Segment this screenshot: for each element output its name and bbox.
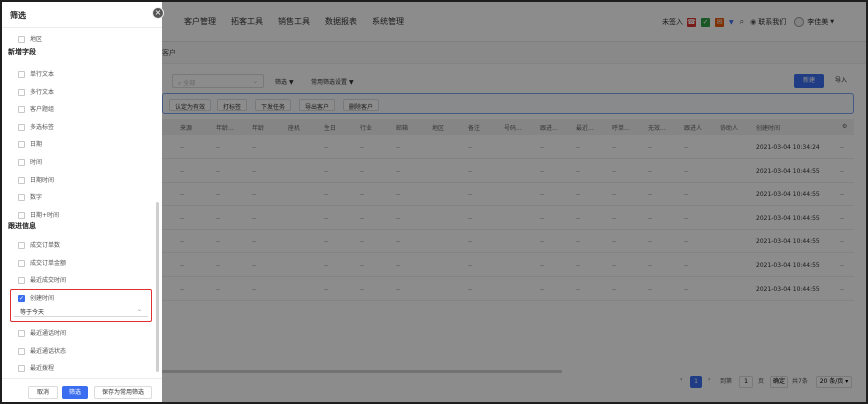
filter-option[interactable]: 日期+时间 xyxy=(18,210,59,220)
checked-checkbox-icon[interactable]: ✓ xyxy=(18,295,25,302)
filter-option-label: 最近拨程 xyxy=(30,365,55,372)
checkbox[interactable] xyxy=(18,71,25,78)
filter-option-label: 最近成交时间 xyxy=(30,277,67,284)
filter-option-label: 创建时间 xyxy=(30,295,55,302)
filter-option-label: 成交订单数 xyxy=(30,242,61,249)
checkbox[interactable] xyxy=(18,159,25,166)
filter-option[interactable]: 成交订单金额 xyxy=(18,258,66,268)
drawer-footer: 取消 筛选 保存为常用筛选 xyxy=(2,378,162,402)
section-title: 跟进信息 xyxy=(8,222,36,230)
drawer-title: 筛选 xyxy=(10,11,26,20)
checkbox[interactable] xyxy=(18,277,25,284)
checkbox[interactable] xyxy=(18,141,25,149)
filter-option-label: 最近通话状态 xyxy=(30,347,67,355)
drawer-scrollbar[interactable] xyxy=(156,202,159,372)
checkbox[interactable] xyxy=(18,36,25,43)
filter-option[interactable]: 日期 xyxy=(18,139,42,149)
filter-option-label: 多行文本 xyxy=(30,88,55,96)
filter-option-label: 单行文本 xyxy=(30,71,55,78)
checkbox[interactable] xyxy=(18,88,25,96)
filter-option[interactable]: 最近拨程 xyxy=(18,363,54,373)
filter-option[interactable]: 客户题组 xyxy=(18,104,54,114)
checkbox[interactable] xyxy=(18,365,25,372)
filter-option[interactable]: 单行文本 xyxy=(18,69,54,79)
filter-option[interactable]: 地区 xyxy=(18,34,42,44)
filter-option-label: 日期+时间 xyxy=(30,211,60,219)
filter-drawer: 筛选 地区 新增字段 单行文本 多行文本 客户题组 多选标签 日期 时间 日期时间 数字 日期+… xyxy=(2,2,164,402)
apply-filter-button[interactable]: 筛选 xyxy=(62,386,88,399)
filter-option-label: 多选标签 xyxy=(30,123,55,131)
checkbox[interactable] xyxy=(18,123,25,131)
chevron-down-icon: ⌄ xyxy=(136,306,142,313)
checkbox[interactable] xyxy=(18,176,25,184)
checkbox[interactable] xyxy=(18,211,25,219)
filter-option[interactable]: 时间 xyxy=(18,157,42,167)
filter-option[interactable]: 日期时间 xyxy=(18,175,54,185)
filter-option-label: 数字 xyxy=(30,194,43,202)
filter-option-created-time[interactable]: ✓ 创建时间 xyxy=(18,293,54,303)
filter-option-label: 时间 xyxy=(30,159,43,166)
cancel-button[interactable]: 取消 xyxy=(28,386,58,399)
checkbox[interactable] xyxy=(18,259,25,267)
filter-option[interactable]: 多行文本 xyxy=(18,87,54,97)
filter-option[interactable]: 最近通话状态 xyxy=(18,346,66,356)
filter-option[interactable]: 数字 xyxy=(18,192,42,202)
app-window: 客户管理 拓客工具 销售工具 数据报表 系统管理 未签入 ☎ ✓ ✉ ▼ ⌕ ◉… xyxy=(0,0,868,404)
checkbox[interactable] xyxy=(18,242,25,249)
checkbox[interactable] xyxy=(18,347,25,355)
save-filter-button[interactable]: 保存为常用筛选 xyxy=(94,386,152,399)
filter-option[interactable]: 多选标签 xyxy=(18,122,54,132)
condition-select-value: 等于今天 xyxy=(20,309,45,316)
close-icon[interactable]: × xyxy=(152,7,164,19)
filter-option[interactable]: 成交订单数 xyxy=(18,240,60,250)
drawer-header: 筛选 xyxy=(2,2,162,28)
checkbox[interactable] xyxy=(18,194,25,202)
filter-option[interactable]: 最近成交时间 xyxy=(18,275,66,285)
filter-option-label: 最近通话时间 xyxy=(30,330,67,337)
filter-option-label: 客户题组 xyxy=(30,106,55,114)
filter-option-label: 日期 xyxy=(30,141,43,149)
checkbox[interactable] xyxy=(18,106,25,114)
filter-option-label: 成交订单金额 xyxy=(30,259,67,267)
filter-option-label: 日期时间 xyxy=(30,176,55,184)
condition-select[interactable]: 等于今天 ⌄ xyxy=(14,304,148,317)
filter-option-label: 地区 xyxy=(30,36,43,43)
section-title: 新增字段 xyxy=(8,48,36,56)
filter-option[interactable]: 最近通话时间 xyxy=(18,328,66,338)
checkbox[interactable] xyxy=(18,330,25,337)
